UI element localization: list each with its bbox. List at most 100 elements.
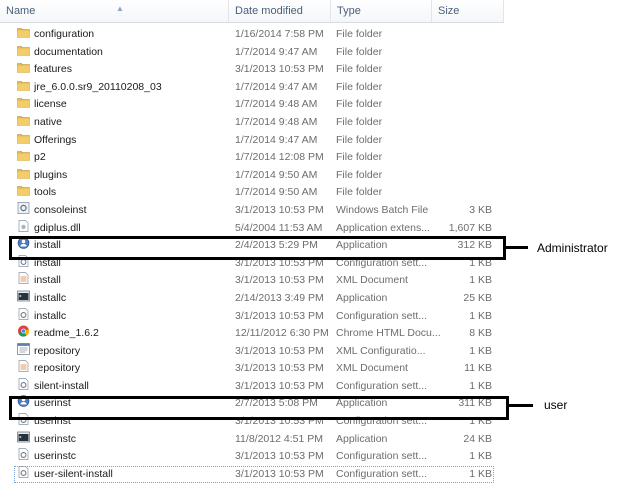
file-type: File folder <box>336 168 383 181</box>
file-row[interactable]: license 1/7/2014 9:48 AM File folder <box>0 96 504 114</box>
file-type: Configuration sett... <box>336 450 428 463</box>
file-name: tools <box>34 186 57 199</box>
column-header-bar: Name ▲ Date modified Type Size <box>0 0 504 23</box>
file-row[interactable]: p2 1/7/2014 12:08 PM File folder <box>0 149 504 167</box>
config-file-icon <box>17 448 30 461</box>
column-header-name[interactable]: Name ▲ <box>0 0 229 22</box>
file-type: Configuration sett... <box>336 309 428 322</box>
file-name: license <box>34 98 67 111</box>
file-type: File folder <box>336 186 383 199</box>
file-row[interactable]: jre_6.0.0.sr9_20110208_03 1/7/2014 9:47 A… <box>0 79 504 97</box>
file-date-modified: 1/7/2014 9:47 AM <box>235 133 318 146</box>
file-type: Configuration sett... <box>336 379 428 392</box>
file-name: consoleinst <box>34 203 87 216</box>
file-date-modified: 3/1/2013 10:53 PM <box>235 467 324 480</box>
file-row[interactable]: readme_1.6.2 12/11/2012 6:30 PM Chrome HTM… <box>0 325 504 343</box>
xml-document-icon <box>17 360 30 373</box>
file-row[interactable]: installc 3/1/2013 10:53 PM Configuration s… <box>0 307 504 326</box>
file-row[interactable]: configuration 1/16/2014 7:58 PM File folde… <box>0 26 504 44</box>
file-row[interactable]: Offerings 1/7/2014 9:47 AM File folder <box>0 132 504 150</box>
file-row[interactable]: userinstc 3/1/2013 10:53 PM Configuration … <box>0 448 504 466</box>
file-row[interactable]: installc 2/14/2013 3:49 PM Application 25 K… <box>0 290 504 308</box>
file-name: userinstc <box>34 432 77 445</box>
folder-icon <box>17 61 30 73</box>
file-date-modified: 11/8/2012 4:51 PM <box>235 432 323 445</box>
file-date-modified: 1/7/2014 12:08 PM <box>235 151 324 164</box>
folder-icon <box>17 26 30 38</box>
file-size: 1 KB <box>469 379 492 392</box>
file-name: installc <box>34 291 67 304</box>
console-app-icon <box>17 431 30 443</box>
file-name: configuration <box>34 28 95 40</box>
user-label: user <box>544 398 568 412</box>
file-type: File folder <box>336 133 383 146</box>
file-type: Windows Batch File <box>336 203 429 216</box>
file-type: File folder <box>336 63 383 76</box>
file-type: Application <box>336 432 388 445</box>
file-name: installc <box>34 309 67 322</box>
file-row[interactable]: repository 3/1/2013 10:53 PM XML Configura… <box>0 342 504 361</box>
file-name: user-silent-install <box>34 467 113 480</box>
file-name: userinstc <box>34 450 77 463</box>
config-file-icon <box>17 465 30 478</box>
administrator-pointer-line <box>506 246 528 249</box>
file-row[interactable]: consoleinst 3/1/2013 10:53 PM Windows Batc… <box>0 202 504 220</box>
file-date-modified: 3/1/2013 10:53 PM <box>235 274 324 287</box>
file-name: Offerings <box>34 133 77 146</box>
file-row[interactable]: features 3/1/2013 10:53 PM File folder <box>0 61 504 79</box>
file-size: 1,607 KB <box>448 221 492 234</box>
administrator-highlight-box <box>9 236 506 260</box>
file-name: native <box>34 115 63 128</box>
file-date-modified: 1/7/2014 9:47 AM <box>235 80 318 93</box>
folder-icon <box>17 96 30 109</box>
file-date-modified: 12/11/2012 6:30 PM <box>235 327 329 340</box>
file-type: File folder <box>336 98 383 111</box>
file-date-modified: 3/1/2013 10:53 PM <box>235 309 324 322</box>
file-name: install <box>34 274 61 287</box>
file-row[interactable]: silent-install 3/1/2013 10:53 PM Configura… <box>0 378 504 396</box>
file-row[interactable]: documentation 1/7/2014 9:47 AM File folder <box>0 44 504 62</box>
file-date-modified: 3/1/2013 10:53 PM <box>235 63 324 76</box>
file-name: gdiplus.dll <box>34 221 81 234</box>
folder-icon <box>17 184 30 197</box>
column-header-size[interactable]: Size <box>432 0 504 22</box>
xml-document-icon <box>17 272 30 285</box>
user-highlight-box <box>9 396 509 420</box>
column-header-type[interactable]: Type <box>331 0 432 22</box>
file-type: File folder <box>336 45 383 58</box>
file-type: Configuration sett... <box>336 467 428 480</box>
file-row[interactable]: user-silent-install 3/1/2013 10:53 PM Conf… <box>14 465 494 484</box>
file-row[interactable]: userinstc 11/8/2012 4:51 PM Application 24 … <box>0 431 504 449</box>
column-header-date[interactable]: Date modified <box>229 0 331 22</box>
file-row[interactable]: plugins 1/7/2014 9:50 AM File folder <box>0 167 504 185</box>
file-type: File folder <box>336 115 383 128</box>
file-row[interactable]: repository 3/1/2013 10:53 PM XML Document 1… <box>0 360 504 378</box>
file-row[interactable]: tools 1/7/2014 9:50 AM File folder <box>0 184 504 202</box>
file-row[interactable]: native 1/7/2014 9:48 AM File folder <box>0 114 504 132</box>
config-file-icon <box>17 378 30 390</box>
file-date-modified: 1/7/2014 9:50 AM <box>235 186 318 199</box>
file-type: Application <box>336 291 388 304</box>
file-size: 8 KB <box>469 327 492 340</box>
file-date-modified: 1/7/2014 9:47 AM <box>235 45 318 58</box>
chrome-html-icon <box>17 325 30 337</box>
file-row[interactable]: install 3/1/2013 10:53 PM XML Document 1 KB <box>0 272 504 290</box>
file-name: jre_6.0.0.sr9_20110208_03 <box>34 80 162 93</box>
file-date-modified: 5/4/2004 11:53 AM <box>235 221 323 234</box>
file-name: repository <box>34 362 81 375</box>
file-date-modified: 3/1/2013 10:53 PM <box>235 344 324 357</box>
file-row[interactable]: gdiplus.dll 5/4/2004 11:53 AM Application … <box>0 219 504 238</box>
file-type: File folder <box>336 151 383 164</box>
file-name: features <box>34 63 72 76</box>
sort-ascending-icon: ▲ <box>116 4 124 13</box>
file-name: repository <box>34 344 81 357</box>
user-pointer-line <box>509 404 533 407</box>
file-size: 1 KB <box>469 450 492 463</box>
file-date-modified: 3/1/2013 10:53 PM <box>235 450 324 463</box>
file-date-modified: 3/1/2013 10:53 PM <box>235 362 324 375</box>
file-name: plugins <box>34 168 68 181</box>
file-date-modified: 3/1/2013 10:53 PM <box>235 379 324 392</box>
file-type: File folder <box>336 80 383 93</box>
file-date-modified: 1/7/2014 9:48 AM <box>235 115 318 128</box>
file-date-modified: 1/7/2014 9:48 AM <box>235 98 318 111</box>
